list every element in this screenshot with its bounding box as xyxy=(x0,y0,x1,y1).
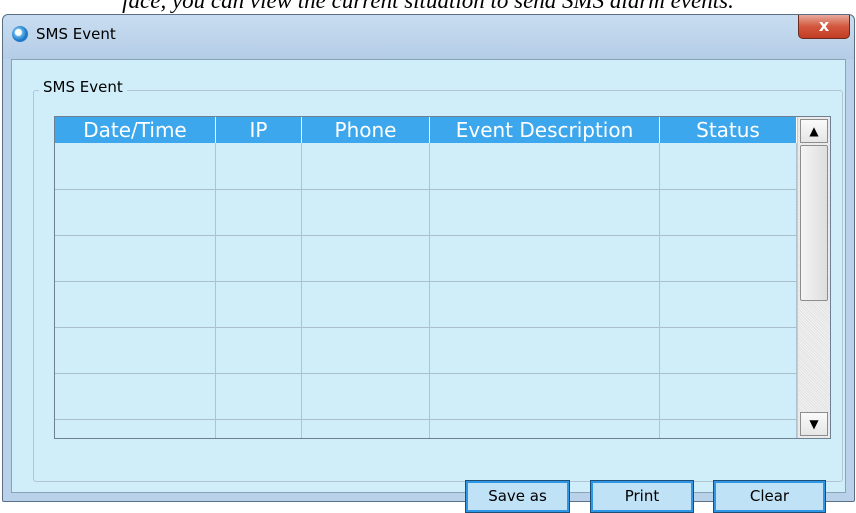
column-divider xyxy=(659,143,660,438)
row-divider xyxy=(55,281,797,282)
sms-event-window: SMS Event x SMS Event Date/Time IP Phone… xyxy=(2,14,855,513)
row-divider xyxy=(55,373,797,374)
client-area: SMS Event Date/Time IP Phone Event Descr… xyxy=(11,59,846,513)
column-header-ip[interactable]: IP xyxy=(216,117,302,143)
close-button[interactable]: x xyxy=(798,15,850,39)
table-row[interactable] xyxy=(55,374,797,419)
scroll-up-arrow-icon[interactable]: ▲ xyxy=(800,119,828,143)
clear-button[interactable]: Clear xyxy=(713,480,826,513)
row-divider xyxy=(55,419,797,420)
table-row[interactable] xyxy=(55,328,797,373)
table-row[interactable] xyxy=(55,144,797,189)
row-divider xyxy=(55,235,797,236)
print-label: Print xyxy=(593,483,691,510)
column-divider xyxy=(301,143,302,438)
column-header-datetime[interactable]: Date/Time xyxy=(55,117,216,143)
sms-event-table[interactable]: Date/Time IP Phone Event Description Sta… xyxy=(54,116,831,439)
row-divider xyxy=(55,189,797,190)
scroll-thumb[interactable] xyxy=(800,145,828,301)
table-row[interactable] xyxy=(55,190,797,235)
save-as-button[interactable]: Save as xyxy=(465,480,570,513)
groupbox-label: SMS Event xyxy=(39,78,127,96)
table-row[interactable] xyxy=(55,282,797,327)
column-divider xyxy=(429,143,430,438)
column-header-phone[interactable]: Phone xyxy=(302,117,430,143)
app-icon xyxy=(12,26,28,42)
print-button[interactable]: Print xyxy=(590,480,694,513)
title-bar[interactable]: SMS Event x xyxy=(3,15,854,59)
column-divider xyxy=(215,143,216,438)
save-as-label: Save as xyxy=(468,483,567,510)
clear-label: Clear xyxy=(716,483,823,510)
scroll-down-arrow-icon[interactable]: ▼ xyxy=(800,412,828,436)
document-caption: face, you can view the current situation… xyxy=(122,0,734,13)
window-title: SMS Event xyxy=(36,25,116,43)
column-header-event-description[interactable]: Event Description xyxy=(430,117,660,143)
table-row[interactable] xyxy=(55,236,797,281)
row-divider xyxy=(55,327,797,328)
vertical-scrollbar[interactable]: ▲ ▼ xyxy=(797,117,830,438)
column-header-status[interactable]: Status xyxy=(660,117,797,143)
